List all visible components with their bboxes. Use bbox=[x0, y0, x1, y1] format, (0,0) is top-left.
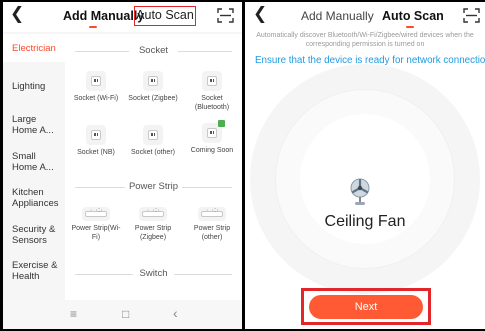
scan-icon[interactable] bbox=[463, 8, 480, 23]
socket-icon bbox=[202, 120, 225, 143]
sidebar-item-large-home-appliances[interactable]: Large Home A... bbox=[3, 114, 61, 136]
menu-icon[interactable]: ≡ bbox=[70, 307, 77, 321]
next-button[interactable]: Next bbox=[309, 295, 423, 319]
new-badge-icon bbox=[218, 120, 225, 127]
header: ❮ Add Manually Auto Scan bbox=[3, 2, 242, 32]
active-tab-indicator bbox=[406, 26, 414, 28]
device-socket-wifi[interactable]: Socket (Wi-Fi) bbox=[68, 71, 124, 104]
sidebar-item-security-sensors[interactable]: Security & Sensors bbox=[3, 224, 61, 246]
device-power-strip-zigbee[interactable]: Power Strip (Zigbee) bbox=[125, 207, 181, 242]
scan-icon[interactable] bbox=[217, 8, 234, 23]
auto-scan-screen: ❮ Add Manually Auto Scan Automatically d… bbox=[245, 2, 485, 329]
socket-icon bbox=[143, 125, 163, 145]
scan-hint-text: Automatically discover Bluetooth/Wi-Fi/Z… bbox=[256, 32, 474, 48]
device-list: Socket Socket (Wi-Fi) Socket (Zigbee) So… bbox=[65, 34, 242, 300]
back-nav-icon[interactable]: ‹ bbox=[173, 305, 178, 321]
back-icon[interactable]: ❮ bbox=[253, 4, 267, 24]
sidebar-item-kitchen-appliances[interactable]: Kitchen Appliances bbox=[3, 187, 61, 209]
header: ❮ Add Manually Auto Scan bbox=[245, 2, 485, 30]
socket-icon bbox=[202, 71, 222, 91]
home-icon[interactable]: □ bbox=[122, 307, 129, 321]
add-manually-screen: ❮ Add Manually Auto Scan Electrician Lig… bbox=[3, 2, 242, 329]
category-sidebar: Electrician Lighting Large Home A... Sma… bbox=[3, 34, 65, 300]
sidebar-item-small-home-appliances[interactable]: Small Home A... bbox=[3, 151, 61, 173]
tab-auto-scan[interactable]: Auto Scan bbox=[382, 9, 444, 23]
section-title-power-strip: Power Strip bbox=[65, 181, 242, 193]
back-icon[interactable]: ❮ bbox=[10, 4, 24, 24]
section-title-socket: Socket bbox=[65, 45, 242, 57]
power-strip-icon bbox=[198, 207, 226, 221]
socket-icon bbox=[86, 71, 106, 91]
device-power-strip-wifi[interactable]: Power Strip(Wi-Fi) bbox=[68, 207, 124, 242]
sidebar-item-lighting[interactable]: Lighting bbox=[3, 81, 65, 92]
sidebar-item-exercise-health[interactable]: Exercise & Health bbox=[3, 260, 61, 282]
device-power-strip-other[interactable]: Power Strip (other) bbox=[184, 207, 240, 242]
ceiling-fan-icon[interactable] bbox=[349, 178, 371, 206]
socket-icon bbox=[143, 71, 163, 91]
device-socket-zigbee[interactable]: Socket (Zigbee) bbox=[125, 71, 181, 104]
device-socket-nb[interactable]: Socket (NB) bbox=[68, 125, 124, 158]
sidebar-item-electrician[interactable]: Electrician bbox=[3, 34, 65, 62]
device-socket-other[interactable]: Socket (other) bbox=[125, 125, 181, 158]
socket-icon bbox=[86, 125, 106, 145]
device-name: Ceiling Fan bbox=[324, 213, 406, 230]
power-strip-icon bbox=[82, 207, 110, 221]
active-tab-indicator bbox=[89, 26, 97, 28]
section-title-switch: Switch bbox=[65, 268, 242, 280]
system-navbar: ≡ □ ‹ bbox=[3, 300, 242, 329]
tab-auto-scan[interactable]: Auto Scan bbox=[134, 6, 196, 26]
tab-add-manually[interactable]: Add Manually bbox=[301, 9, 374, 23]
device-coming-soon[interactable]: Coming Soon bbox=[184, 120, 240, 156]
tab-add-manually[interactable]: Add Manually bbox=[63, 9, 144, 23]
device-socket-bluetooth[interactable]: Socket (Bluetooth) bbox=[184, 71, 240, 112]
power-strip-icon bbox=[139, 207, 167, 221]
next-highlight: Next bbox=[301, 288, 431, 325]
